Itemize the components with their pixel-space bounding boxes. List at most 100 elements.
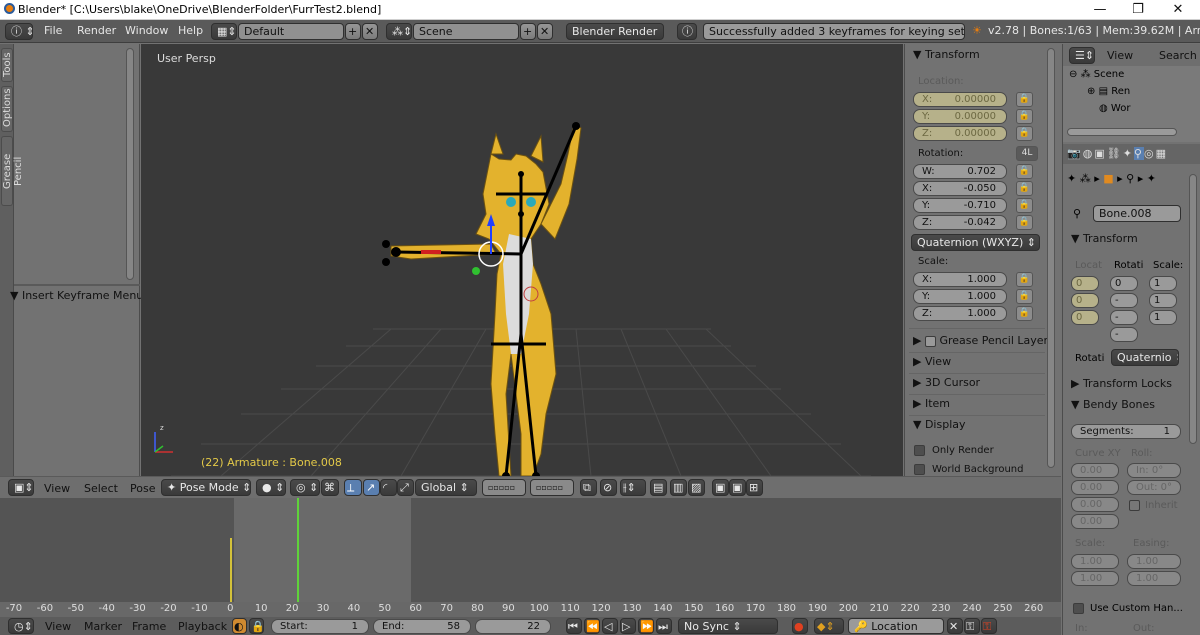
add-scene-button[interactable]: + (520, 23, 536, 40)
lock-scale-x-icon[interactable]: 🔒 (1016, 272, 1033, 287)
pivot-dropdown[interactable]: ◎ ⇕ (290, 479, 320, 496)
render-tab-icon[interactable]: 📷 (1067, 147, 1083, 160)
render-anim-icon[interactable]: ▣ (729, 479, 746, 496)
menu-timeline-view[interactable]: View (45, 620, 71, 633)
remove-scene-button[interactable]: ✕ (537, 23, 553, 40)
bone-tab-icon[interactable]: ⚲ (1133, 147, 1144, 160)
play-reverse-icon[interactable]: ◁ (602, 618, 618, 634)
tool-shelf-scrollbar[interactable] (126, 48, 134, 280)
rotation-x-field[interactable]: X: -0.050 (913, 181, 1007, 196)
paste-flipped-icon[interactable]: ▨ (688, 479, 705, 496)
tab-tools[interactable]: Tools (1, 48, 13, 82)
maximize-button[interactable]: ❐ (1120, 0, 1156, 20)
scale-out-field[interactable]: 1.00 (1071, 571, 1119, 586)
menu-view[interactable]: View (44, 482, 70, 495)
lock-location-z-icon[interactable]: 🔒 (1016, 126, 1033, 141)
start-frame-field[interactable]: Start: 1 (271, 619, 369, 634)
menu-render[interactable]: Render (77, 24, 116, 37)
editor-type-info-button[interactable]: ⓘ ⇕ (5, 23, 33, 40)
lock-rotation-x-icon[interactable]: 🔒 (1016, 181, 1033, 196)
location-z-field[interactable]: Z: 0.00000 (913, 126, 1007, 141)
bone-transform-panel[interactable]: ▼ Transform (1071, 232, 1138, 245)
rotati-z-field[interactable]: - (1110, 327, 1138, 342)
add-layout-button[interactable]: + (345, 23, 361, 40)
world-background-checkbox[interactable] (914, 464, 925, 475)
lock-scale-z-icon[interactable]: 🔒 (1016, 306, 1033, 321)
scene-field[interactable]: Scene (413, 23, 519, 40)
rotation-mode-dropdown[interactable]: Quaternion (WXYZ) ⇕ (911, 234, 1040, 251)
screen-layout-field[interactable]: Default (238, 23, 344, 40)
copy-pose-icon[interactable]: ▤ (650, 479, 667, 496)
lock-range-icon[interactable]: 🔒 (249, 618, 264, 634)
location-x-field[interactable]: X: 0.00000 (913, 92, 1007, 107)
render-engine-dropdown[interactable]: Blender Render ⇕ (566, 23, 664, 40)
bone-constraints-icon[interactable]: ◎ (1144, 147, 1156, 160)
location-y-field[interactable]: Y: 0.00000 (913, 109, 1007, 124)
paste-pose-icon[interactable]: ▥ (670, 479, 687, 496)
minimize-button[interactable]: — (1082, 0, 1118, 20)
layers-grid-a[interactable]: ▫▫▫▫▫ (482, 479, 526, 496)
rotation-w-field[interactable]: W: 0.702 (913, 164, 1007, 179)
roll-in-field[interactable]: In: 0° (1127, 463, 1181, 478)
data-tab-icon[interactable]: ✦ (1123, 147, 1134, 160)
close-button[interactable]: ✕ (1160, 0, 1196, 20)
menu-select[interactable]: Select (84, 482, 118, 495)
screen-layout-icon[interactable]: ▦⇕ (211, 23, 237, 40)
editor-type-outliner-button[interactable]: ☰⇕ (1069, 47, 1095, 64)
rotati-y-field[interactable]: - (1110, 310, 1138, 325)
constraints-tab-icon[interactable]: ⛓ (1107, 147, 1123, 160)
menu-marker[interactable]: Marker (84, 620, 122, 633)
scale-icon[interactable]: ⤢ (397, 479, 414, 496)
scene-icon[interactable]: ⁂⇕ (386, 23, 412, 40)
snap-icon[interactable]: ⫲⇕ (620, 479, 646, 496)
lock-rotation-z-icon[interactable]: 🔒 (1016, 215, 1033, 230)
lock-location-x-icon[interactable]: 🔒 (1016, 92, 1033, 107)
scale-z-field[interactable]: Z: 1.000 (913, 306, 1007, 321)
transform-manipulator-icon[interactable]: ⟂ (344, 479, 362, 496)
easing-in-field[interactable]: 1.00 (1127, 554, 1181, 569)
keying-set-field[interactable]: 🔑 Location (848, 618, 944, 634)
jump-end-icon[interactable]: ⏭ (656, 618, 672, 634)
object-tab-icon[interactable]: ▣ (1094, 147, 1106, 160)
view-panel[interactable]: ▶ View (913, 355, 951, 368)
editor-type-3dview-button[interactable]: ▣⇕ (8, 479, 34, 496)
menu-help[interactable]: Help (178, 24, 203, 37)
transform-locks-panel[interactable]: ▶ Transform Locks (1071, 377, 1172, 390)
jump-start-icon[interactable]: ⏮ (566, 618, 582, 634)
item-panel[interactable]: ▶ Item (913, 397, 950, 410)
lock-location-y-icon[interactable]: 🔒 (1016, 109, 1033, 124)
play-icon[interactable]: ▷ (620, 618, 636, 634)
only-render-checkbox[interactable] (914, 445, 925, 456)
scale-x-small-field[interactable]: 1 (1149, 276, 1177, 291)
scale-z-small-field[interactable]: 1 (1149, 310, 1177, 325)
scale-y-field[interactable]: Y: 1.000 (913, 289, 1007, 304)
current-frame-field[interactable]: 22 (475, 619, 551, 634)
outliner-item-world[interactable]: ◍ Wor (1099, 103, 1130, 114)
locat-z-field[interactable]: 0 (1071, 310, 1099, 325)
scale-in-field[interactable]: 1.00 (1071, 554, 1119, 569)
auto-keyframe-icon[interactable]: ● (792, 618, 808, 634)
grease-pencil-panel[interactable]: ▶ Grease Pencil Layers (913, 334, 1054, 347)
clear-keying-set-icon[interactable]: ✕ (947, 618, 963, 634)
curve-in-y-field[interactable]: 0.00 (1071, 480, 1119, 495)
delete-key-icon[interactable]: ⚿ (981, 618, 997, 634)
timeline-area[interactable] (0, 498, 1061, 602)
jump-key-forward-icon[interactable]: ⏩ (638, 618, 654, 634)
rotate-icon[interactable]: ◜ (380, 479, 397, 496)
lock-scale-y-icon[interactable]: 🔒 (1016, 289, 1033, 304)
armature-layers-icon[interactable]: ⧉ (580, 479, 597, 496)
3d-viewport[interactable]: User Persp z (22) Armature: Bone.008 (141, 44, 903, 476)
mode-dropdown[interactable]: ✦ Pose Mode ⇕ (161, 479, 251, 496)
insert-key-icon[interactable]: ⚿ (964, 618, 980, 634)
sync-dropdown[interactable]: No Sync ⇕ (678, 618, 778, 634)
use-custom-handle-checkbox[interactable] (1073, 603, 1084, 614)
locat-x-field[interactable]: 0 (1071, 276, 1099, 291)
manipulator-toggle[interactable]: ⌘ (321, 479, 339, 496)
rotation-z-field[interactable]: Z: -0.042 (913, 215, 1007, 230)
scale-x-field[interactable]: X: 1.000 (913, 272, 1007, 287)
bone-rotation-mode-dropdown[interactable]: Quaternio ⇕ (1111, 349, 1179, 366)
end-frame-field[interactable]: End: 58 (373, 619, 471, 634)
overlay-icon[interactable]: ⊞ (746, 479, 763, 496)
scene-tab-icon[interactable]: ◍ (1083, 147, 1095, 160)
3d-cursor-panel[interactable]: ▶ 3D Cursor (913, 376, 980, 389)
